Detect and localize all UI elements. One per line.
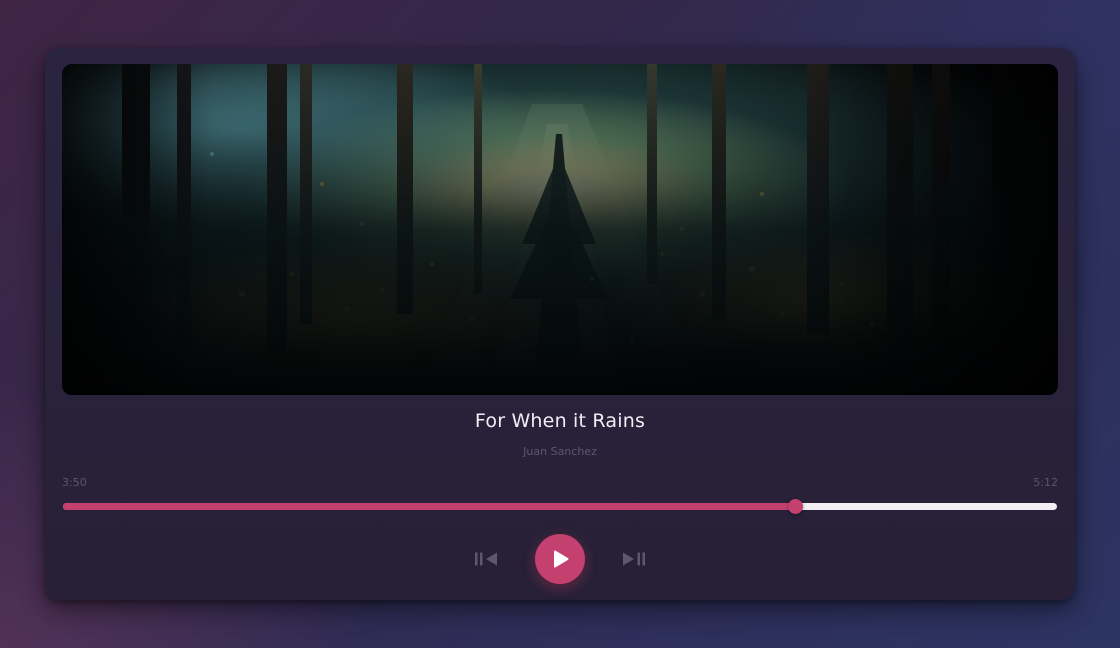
forest-artwork-image [62,64,1058,395]
playback-controls [45,534,1075,584]
track-title: For When it Rains [474,410,646,432]
progress-fill [63,503,796,510]
play-button[interactable] [535,534,585,584]
progress-thumb[interactable] [788,499,804,514]
music-player-card: For When it Rains Juan Sanchez 3:50 5:12 [45,48,1075,600]
total-time: 5:12 [1033,476,1058,489]
progress-bar[interactable] [63,499,1057,514]
next-button[interactable] [616,534,650,584]
current-time: 3:50 [62,476,87,489]
previous-button[interactable] [470,534,504,584]
track-artist: Juan Sanchez [523,445,597,458]
play-icon [554,550,569,568]
skip-previous-icon [475,552,497,566]
album-artwork [62,64,1058,395]
skip-next-icon [623,552,645,566]
